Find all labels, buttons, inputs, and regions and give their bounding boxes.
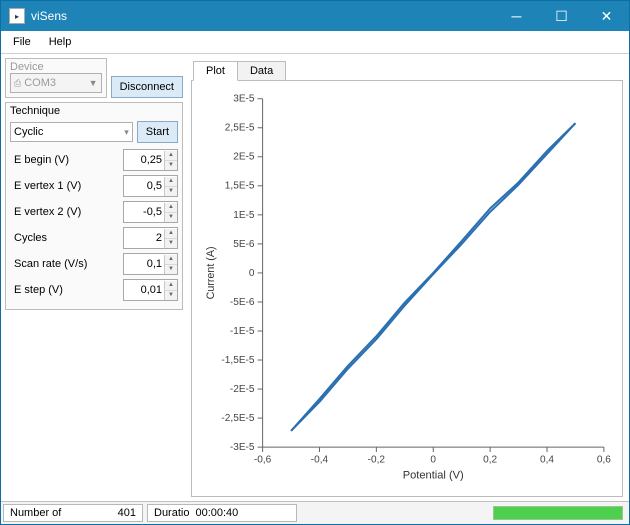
plot-panel: -0,6 -0,4 -0,2 0 0,2 0,4 0,6 -3E-5 -2,5E-5 -2E-5 -… [191, 80, 623, 497]
param-input[interactable]: ▲▼ [123, 253, 178, 275]
svg-text:-0,4: -0,4 [311, 455, 329, 466]
param-input[interactable]: ▲▼ [123, 279, 178, 301]
param-value-input[interactable] [124, 284, 164, 296]
technique-label: Technique [10, 105, 178, 117]
start-button[interactable]: Start [137, 121, 178, 143]
param-input[interactable]: ▲▼ [123, 227, 178, 249]
spinner-up-icon[interactable]: ▲ [165, 229, 177, 238]
param-row: E step (V)▲▼ [10, 277, 178, 303]
svg-text:-3E-5: -3E-5 [230, 442, 255, 453]
menubar: File Help [1, 31, 629, 54]
status-points-label: Number of [10, 507, 61, 519]
chart: -0,6 -0,4 -0,2 0 0,2 0,4 0,6 -3E-5 -2,5E-5 -2E-5 -… [200, 89, 614, 488]
svg-text:5E-6: 5E-6 [233, 239, 255, 250]
technique-select[interactable]: Cyclic ▾ [10, 122, 133, 142]
status-points-value: 401 [118, 507, 136, 519]
svg-text:1,5E-5: 1,5E-5 [225, 181, 255, 192]
app-icon: ▸ [9, 8, 25, 24]
param-label: E begin (V) [10, 154, 123, 166]
svg-text:-1,5E-5: -1,5E-5 [221, 355, 255, 366]
param-row: E vertex 1 (V)▲▼ [10, 173, 178, 199]
window-title: viSens [31, 9, 67, 23]
progress-bar [493, 506, 623, 520]
param-value-input[interactable] [124, 258, 164, 270]
spinner-up-icon[interactable]: ▲ [165, 151, 177, 160]
param-value-input[interactable] [124, 154, 164, 166]
menu-file[interactable]: File [5, 34, 39, 50]
svg-text:0: 0 [249, 268, 255, 279]
chevron-down-icon: ▾ [124, 127, 129, 138]
param-row: Cycles▲▼ [10, 225, 178, 251]
svg-text:Current (A): Current (A) [205, 247, 217, 300]
status-duration: Duratio 00:00:40 [147, 504, 297, 522]
status-points: Number of 401 [3, 504, 143, 522]
tab-plot[interactable]: Plot [193, 61, 238, 81]
technique-value: Cyclic [14, 126, 43, 138]
spinner-up-icon[interactable]: ▲ [165, 177, 177, 186]
disconnect-button[interactable]: Disconnect [111, 76, 183, 98]
param-value-input[interactable] [124, 206, 164, 218]
svg-text:0,2: 0,2 [483, 455, 498, 466]
svg-text:Potential (V): Potential (V) [403, 469, 464, 481]
spinner-down-icon[interactable]: ▼ [165, 290, 177, 300]
param-input[interactable]: ▲▼ [123, 201, 178, 223]
spinner-down-icon[interactable]: ▼ [165, 212, 177, 222]
svg-text:1E-5: 1E-5 [233, 210, 255, 221]
tab-data[interactable]: Data [237, 61, 286, 80]
minimize-button[interactable]: ─ [494, 1, 539, 31]
param-label: Scan rate (V/s) [10, 258, 123, 270]
spinner-down-icon[interactable]: ▼ [165, 160, 177, 170]
svg-text:-0,6: -0,6 [254, 455, 272, 466]
usb-icon: ⎙ [14, 78, 21, 89]
param-label: E vertex 2 (V) [10, 206, 123, 218]
svg-text:-0,2: -0,2 [368, 455, 386, 466]
svg-text:-2E-5: -2E-5 [230, 384, 255, 395]
svg-text:2,5E-5: 2,5E-5 [225, 123, 255, 134]
param-input[interactable]: ▲▼ [123, 175, 178, 197]
status-bar: Number of 401 Duratio 00:00:40 [1, 501, 629, 524]
param-row: E vertex 2 (V)▲▼ [10, 199, 178, 225]
svg-text:2E-5: 2E-5 [233, 152, 255, 163]
status-duration-label: Duratio [154, 507, 189, 519]
close-button[interactable]: ✕ [584, 1, 629, 31]
param-value-input[interactable] [124, 232, 164, 244]
svg-text:0: 0 [430, 455, 436, 466]
maximize-button[interactable]: ☐ [539, 1, 584, 31]
spinner-up-icon[interactable]: ▲ [165, 203, 177, 212]
titlebar: ▸ viSens ─ ☐ ✕ [1, 1, 629, 31]
param-label: E step (V) [10, 284, 123, 296]
spinner-up-icon[interactable]: ▲ [165, 255, 177, 264]
status-duration-value: 00:00:40 [195, 507, 238, 519]
device-label: Device [10, 61, 102, 73]
param-row: Scan rate (V/s)▲▼ [10, 251, 178, 277]
param-label: Cycles [10, 232, 123, 244]
svg-text:-1E-5: -1E-5 [230, 326, 255, 337]
spinner-up-icon[interactable]: ▲ [165, 281, 177, 290]
menu-help[interactable]: Help [41, 34, 80, 50]
svg-text:3E-5: 3E-5 [233, 94, 255, 105]
chevron-down-icon: ▼ [89, 78, 98, 88]
param-row: E begin (V)▲▼ [10, 147, 178, 173]
spinner-down-icon[interactable]: ▼ [165, 238, 177, 248]
spinner-down-icon[interactable]: ▼ [165, 264, 177, 274]
device-port-value: COM3 [24, 77, 56, 89]
tab-bar: Plot Data [189, 58, 623, 80]
param-input[interactable]: ▲▼ [123, 149, 178, 171]
param-label: E vertex 1 (V) [10, 180, 123, 192]
svg-text:0,6: 0,6 [597, 455, 612, 466]
param-value-input[interactable] [124, 180, 164, 192]
spinner-down-icon[interactable]: ▼ [165, 186, 177, 196]
svg-text:-2,5E-5: -2,5E-5 [221, 413, 255, 424]
svg-text:0,4: 0,4 [540, 455, 555, 466]
device-port-select[interactable]: ⎙COM3 ▼ [10, 73, 102, 93]
svg-text:-5E-6: -5E-6 [230, 297, 255, 308]
